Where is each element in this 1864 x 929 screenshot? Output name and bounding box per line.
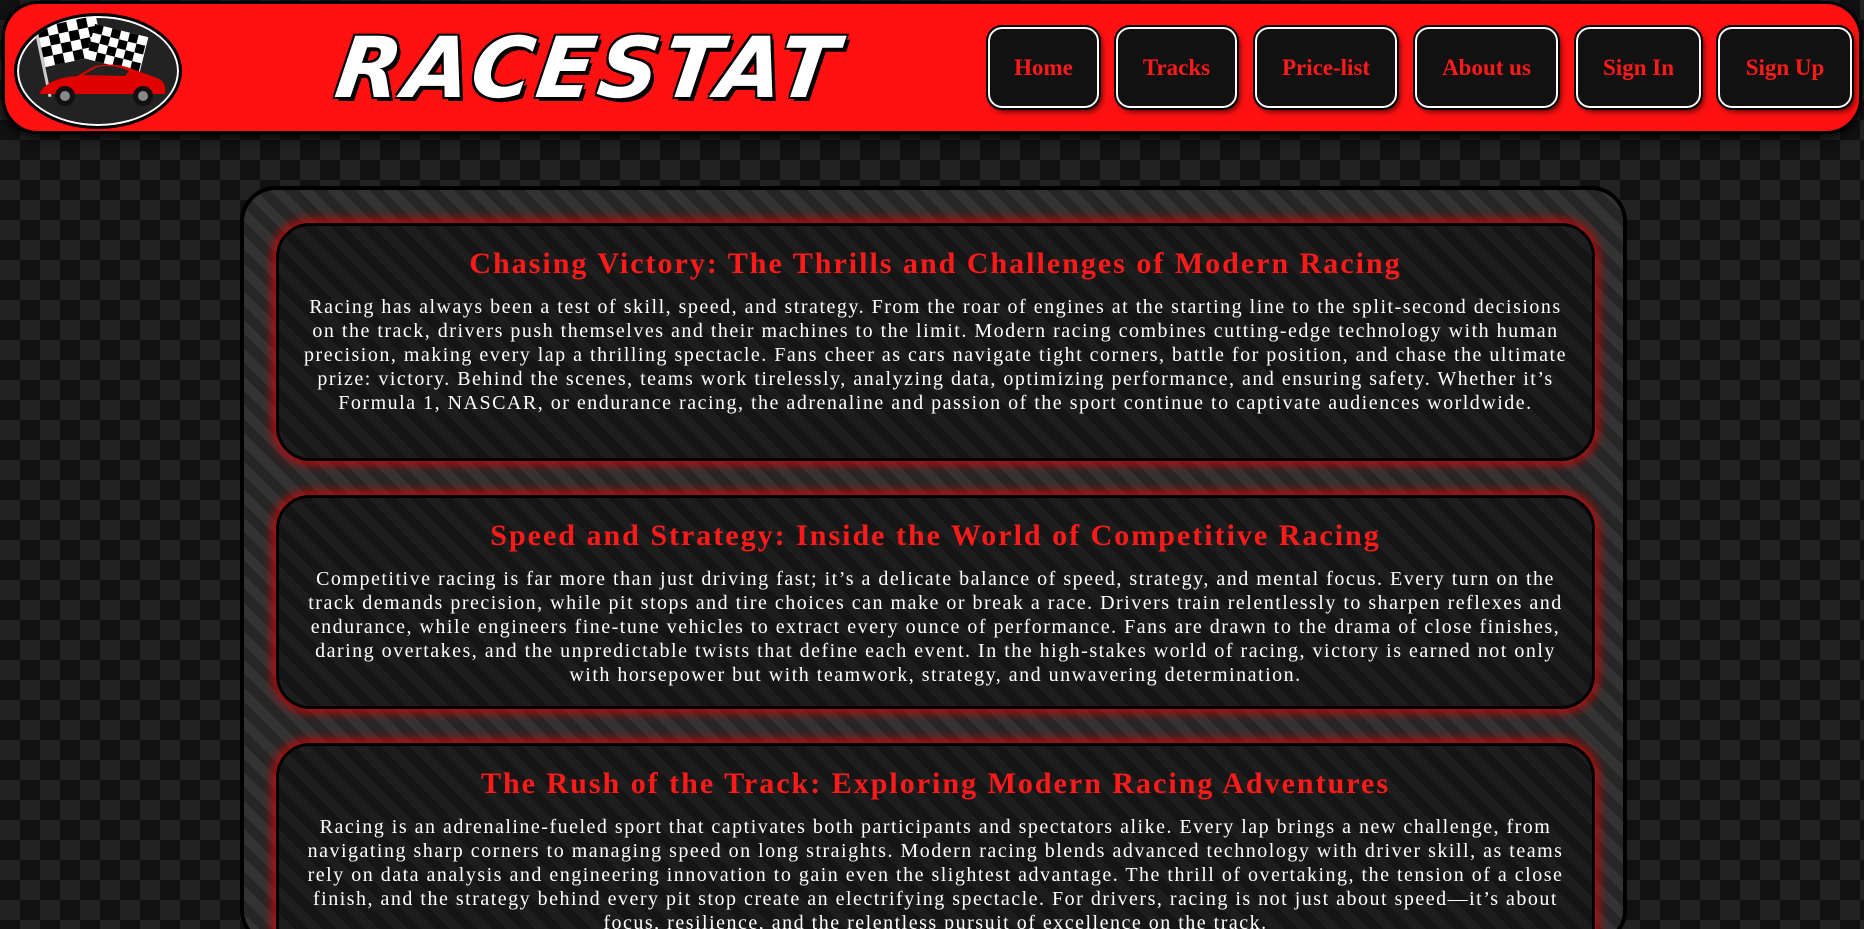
- nav-tracks-button[interactable]: Tracks: [1114, 25, 1239, 110]
- article-body: Racing is an adrenaline-fueled sport tha…: [307, 816, 1564, 929]
- article-body: Racing has always been a test of skill, …: [304, 296, 1567, 414]
- article-title: Speed and Strategy: Inside the World of …: [490, 519, 1381, 552]
- nav-home-button[interactable]: Home: [986, 25, 1101, 110]
- article-card: The Rush of the Track: Exploring Modern …: [276, 743, 1595, 929]
- nav-sign-up-button[interactable]: Sign Up: [1716, 25, 1854, 110]
- site-header: RACESTAT Home Tracks Price-list About us…: [2, 1, 1862, 134]
- racing-car-logo-icon[interactable]: [14, 13, 182, 129]
- article-title: Chasing Victory: The Thrills and Challen…: [469, 247, 1402, 280]
- nav-about-us-button[interactable]: About us: [1413, 25, 1560, 110]
- main-content-panel: Chasing Victory: The Thrills and Challen…: [240, 186, 1627, 929]
- article-card: Speed and Strategy: Inside the World of …: [276, 495, 1595, 709]
- nav-sign-in-button[interactable]: Sign In: [1574, 25, 1703, 110]
- article-body: Competitive racing is far more than just…: [308, 568, 1563, 686]
- site-brand-title: RACESTAT: [330, 19, 848, 117]
- article-card: Chasing Victory: The Thrills and Challen…: [276, 223, 1595, 461]
- nav-price-list-button[interactable]: Price-list: [1253, 25, 1399, 110]
- article-title: The Rush of the Track: Exploring Modern …: [480, 767, 1391, 800]
